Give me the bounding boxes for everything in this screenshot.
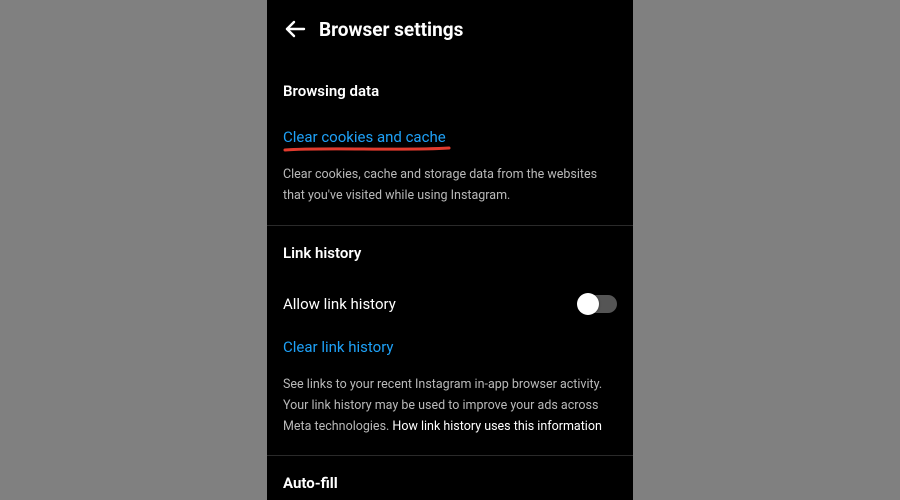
clear-cookies-button[interactable]: Clear cookies and cache (283, 128, 446, 146)
section-browsing-data: Browsing data Clear cookies and cache Cl… (267, 82, 633, 207)
clear-link-history-button[interactable]: Clear link history (283, 338, 394, 356)
section-title-autofill: Auto-fill (283, 474, 617, 492)
section-title-link-history: Link history (283, 244, 617, 262)
clear-link-history-label: Clear link history (283, 338, 394, 356)
app-header: Browser settings (267, 0, 633, 58)
section-autofill: Auto-fill (267, 474, 633, 492)
clear-cookies-description: Clear cookies, cache and storage data fr… (283, 164, 617, 207)
page-title: Browser settings (319, 18, 463, 41)
allow-link-history-label: Allow link history (283, 295, 396, 313)
divider (267, 455, 633, 456)
section-title-browsing-data: Browsing data (283, 82, 617, 100)
settings-screen: Browser settings Browsing data Clear coo… (267, 0, 633, 500)
clear-cookies-label: Clear cookies and cache (283, 128, 446, 146)
highlight-annotation (283, 145, 452, 153)
allow-link-history-toggle[interactable] (579, 295, 617, 313)
section-link-history: Link history Allow link history Clear li… (267, 244, 633, 438)
toggle-knob-icon (577, 293, 599, 315)
allow-link-history-row[interactable]: Allow link history (283, 280, 617, 328)
back-arrow-icon (283, 17, 307, 41)
divider (267, 225, 633, 226)
link-history-description: See links to your recent Instagram in-ap… (283, 374, 617, 438)
link-history-more-info-link[interactable]: How link history uses this information (392, 419, 601, 434)
back-button[interactable] (275, 9, 315, 49)
